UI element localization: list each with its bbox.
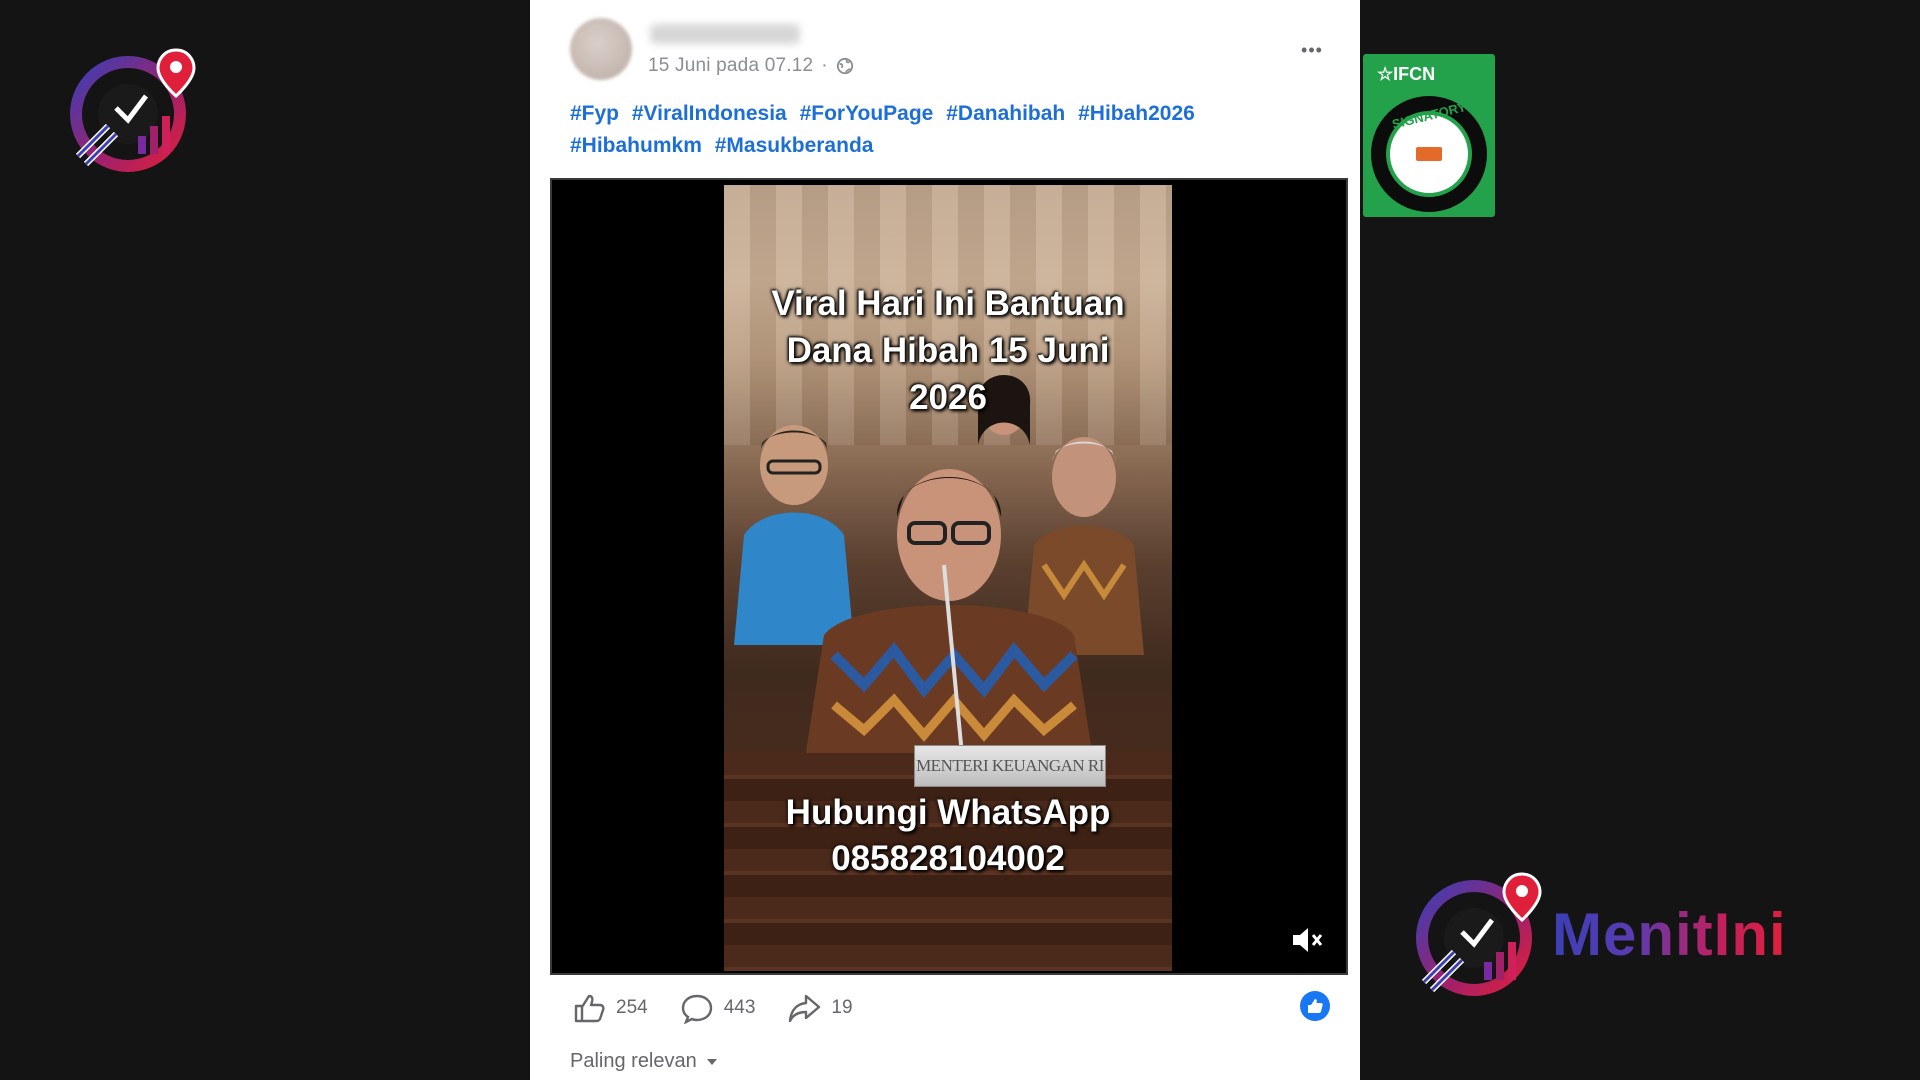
more-icon: ••• <box>1301 39 1323 60</box>
author-name-blurred[interactable] <box>650 24 800 44</box>
comment-button[interactable]: 443 <box>680 992 756 1024</box>
hashtag-link[interactable]: #Hibah2026 <box>1078 102 1195 125</box>
title-line: Viral Hari Ini Bantuan <box>771 284 1125 323</box>
share-button[interactable]: 19 <box>787 992 853 1024</box>
comment-icon <box>681 994 712 1024</box>
share-icon <box>789 994 821 1023</box>
post-header: 15 Juni pada 07.12 · ••• <box>570 18 1330 88</box>
hashtag-link[interactable]: #Hibahumkm <box>570 134 702 157</box>
title-line: 2026 <box>909 378 987 417</box>
facebook-post: 15 Juni pada 07.12 · ••• #Fyp #ViralIndo… <box>530 0 1360 1080</box>
video-title-overlay: Viral Hari Ini Bantuan Dana Hibah 15 Jun… <box>724 280 1172 421</box>
globe-icon <box>836 57 853 75</box>
hashtag-link[interactable]: #Danahibah <box>946 102 1065 125</box>
comment-sort-dropdown[interactable]: Paling relevan <box>570 1050 719 1073</box>
ifcn-signatory-badge: ☆IFCN SIGNATORY <box>1363 54 1495 217</box>
ifcn-label: ☆IFCN <box>1377 64 1436 84</box>
title-line: Dana Hibah 15 Juni <box>786 331 1110 370</box>
post-meta: 15 Juni pada 07.12 · <box>648 55 854 77</box>
ifcn-seal: SIGNATORY <box>1371 96 1487 212</box>
contact-overlay: Hubungi WhatsApp 085828104002 <box>724 790 1172 882</box>
like-reaction-icon[interactable] <box>1300 991 1330 1021</box>
comment-count: 443 <box>723 997 756 1018</box>
brand-name: MenitIni <box>1552 901 1787 968</box>
like-button[interactable]: 254 <box>572 992 648 1024</box>
more-options-button[interactable]: ••• <box>1294 38 1330 62</box>
sort-label: Paling relevan <box>570 1050 697 1072</box>
post-date[interactable]: 15 Juni pada 07.12 <box>648 55 813 77</box>
menitini-logo-icon <box>1412 870 1562 1000</box>
hashtag-link[interactable]: #ViralIndonesia <box>632 102 787 125</box>
video-player[interactable]: MENTERI KEUANGAN RI Viral Hari Ini Bantu… <box>550 178 1348 975</box>
contact-line: Hubungi WhatsApp <box>785 793 1111 832</box>
menitini-logo-icon <box>68 46 203 176</box>
hashtag-link[interactable]: #Fyp <box>570 102 619 125</box>
contact-phone: 085828104002 <box>831 839 1065 878</box>
chevron-down-icon <box>706 1058 717 1065</box>
like-count: 254 <box>616 997 648 1018</box>
share-count: 19 <box>831 997 853 1018</box>
hashtag-link[interactable]: #ForYouPage <box>800 102 934 125</box>
avatar[interactable] <box>570 18 632 80</box>
speaker <box>794 425 1104 765</box>
post-hashtags: #Fyp #ViralIndonesia #ForYouPage #Danahi… <box>570 98 1290 162</box>
nameplate: MENTERI KEUANGAN RI <box>914 745 1106 787</box>
thumbs-up-icon <box>574 994 605 1023</box>
hashtag-link[interactable]: #Masukberanda <box>715 134 874 157</box>
action-bar: 254 443 19 <box>572 988 1330 1028</box>
video-frame[interactable]: MENTERI KEUANGAN RI Viral Hari Ini Bantu… <box>724 185 1172 971</box>
speaker-muted-icon[interactable] <box>1290 925 1324 955</box>
